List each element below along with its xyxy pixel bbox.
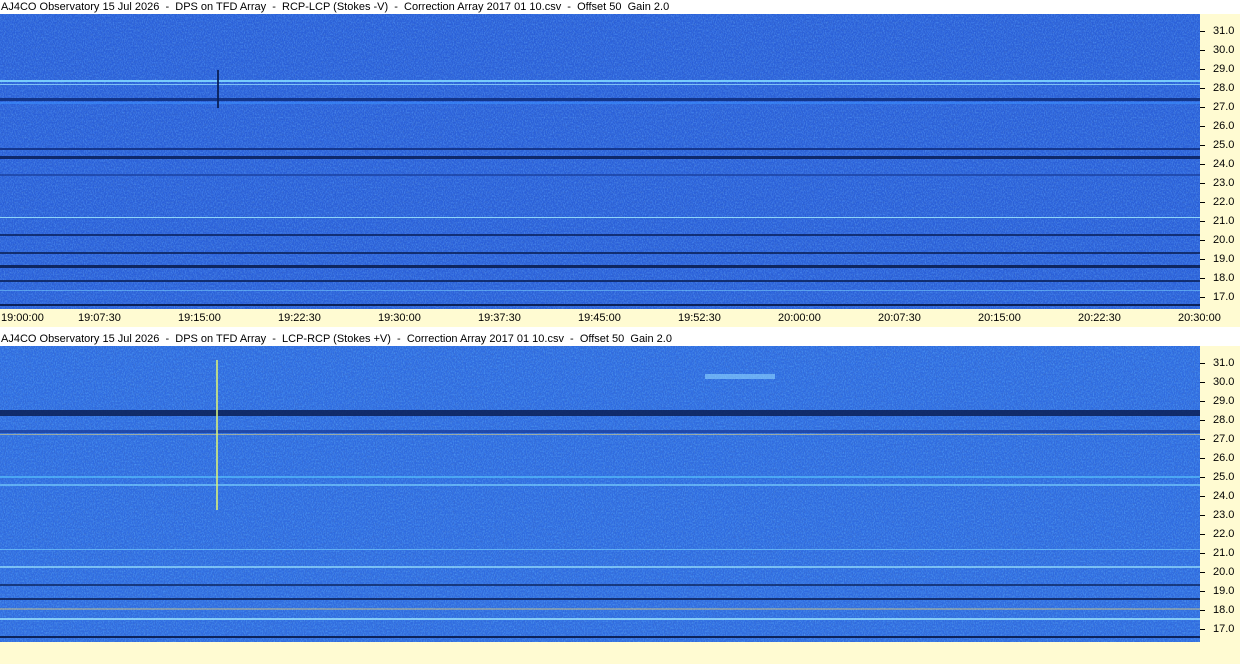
freq-label: 28.0 — [1213, 82, 1235, 94]
freq-label: 25.0 — [1213, 139, 1235, 151]
time-label: 20:07:30 — [878, 312, 921, 324]
time-label: 19:52:30 — [678, 312, 721, 324]
time-label: 20:15:00 — [978, 312, 1021, 324]
freq-label: 31.0 — [1213, 25, 1235, 37]
freq-label: 17.0 — [1213, 623, 1235, 635]
freq-label: 27.0 — [1213, 433, 1235, 445]
time-label: 19:45:00 — [578, 312, 621, 324]
freq-label: 23.0 — [1213, 177, 1235, 189]
top-spectrogram-image — [0, 14, 1200, 309]
freq-label: 25.0 — [1213, 471, 1235, 483]
bottom-spectrogram-image — [0, 346, 1200, 642]
freq-label: 18.0 — [1213, 604, 1235, 616]
freq-label: 21.0 — [1213, 215, 1235, 227]
freq-label: 24.0 — [1213, 158, 1235, 170]
freq-label: 29.0 — [1213, 395, 1235, 407]
freq-label: 31.0 — [1213, 357, 1235, 369]
freq-label: 22.0 — [1213, 196, 1235, 208]
freq-label: 29.0 — [1213, 63, 1235, 75]
freq-label: 20.0 — [1213, 566, 1235, 578]
bottom-time-strip — [0, 642, 1240, 664]
time-label: 19:15:00 — [178, 312, 221, 324]
bottom-frequency-axis: 31.0 30.0 29.0 28.0 27.0 26.0 25.0 24.0 … — [1200, 346, 1240, 642]
time-label: 20:22:30 — [1078, 312, 1121, 324]
freq-label: 21.0 — [1213, 547, 1235, 559]
time-label: 20:30:00 — [1178, 312, 1221, 324]
freq-label: 18.0 — [1213, 272, 1235, 284]
freq-label: 19.0 — [1213, 253, 1235, 265]
top-spectrogram[interactable] — [0, 14, 1200, 309]
freq-label: 30.0 — [1213, 44, 1235, 56]
time-label: 20:00:00 — [778, 312, 821, 324]
freq-label: 22.0 — [1213, 528, 1235, 540]
freq-label: 26.0 — [1213, 452, 1235, 464]
time-label: 19:00:00 — [1, 312, 44, 324]
freq-label: 26.0 — [1213, 120, 1235, 132]
bottom-spectrogram[interactable] — [0, 346, 1200, 642]
time-axis: 19:00:00 19:07:30 19:15:00 19:22:30 19:3… — [0, 309, 1240, 327]
freq-label: 30.0 — [1213, 376, 1235, 388]
freq-label: 17.0 — [1213, 291, 1235, 303]
top-panel-title: AJ4CO Observatory 15 Jul 2026 - DPS on T… — [0, 0, 1240, 14]
freq-label: 20.0 — [1213, 234, 1235, 246]
freq-label: 23.0 — [1213, 509, 1235, 521]
time-label: 19:30:00 — [378, 312, 421, 324]
freq-label: 19.0 — [1213, 585, 1235, 597]
time-label: 19:07:30 — [78, 312, 121, 324]
time-label: 19:22:30 — [278, 312, 321, 324]
freq-label: 24.0 — [1213, 490, 1235, 502]
freq-label: 28.0 — [1213, 414, 1235, 426]
time-label: 19:37:30 — [478, 312, 521, 324]
freq-label: 27.0 — [1213, 101, 1235, 113]
top-frequency-axis: 31.0 30.0 29.0 28.0 27.0 26.0 25.0 24.0 … — [1200, 14, 1240, 309]
bottom-panel-title: AJ4CO Observatory 15 Jul 2026 - DPS on T… — [0, 332, 1240, 346]
